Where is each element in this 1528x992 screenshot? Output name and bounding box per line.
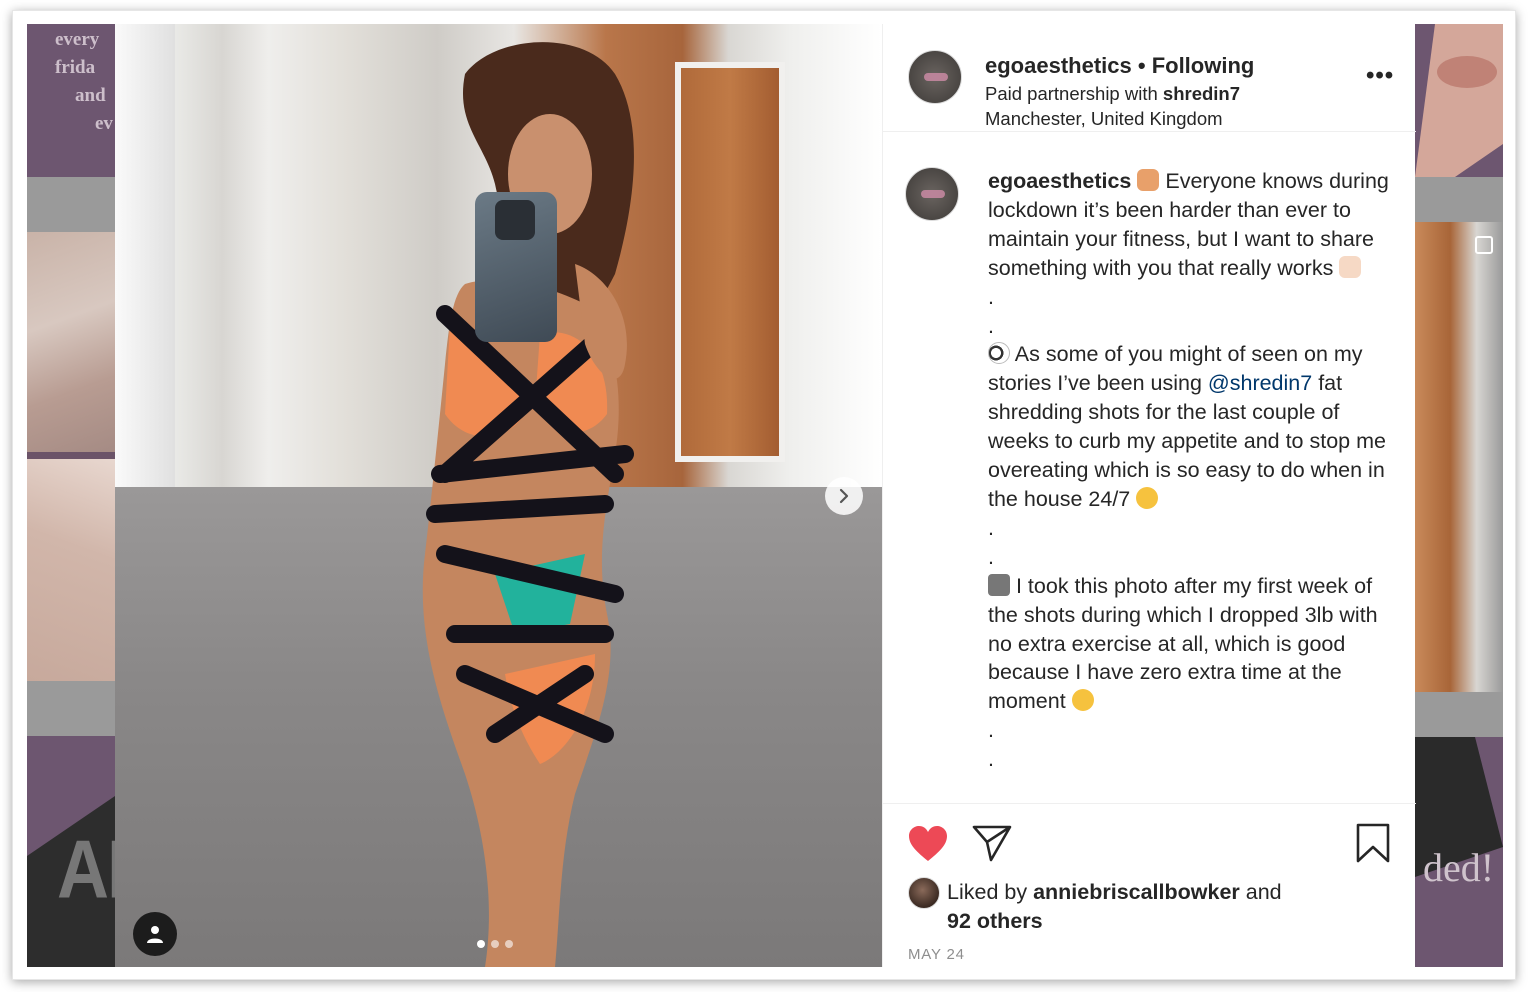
flexed-biceps-emoji (1137, 169, 1160, 191)
paid-partnership-prefix: Paid partnership with (985, 83, 1163, 104)
share-button[interactable] (971, 823, 1013, 863)
author-avatar[interactable] (908, 50, 962, 104)
caption-dot: . (988, 747, 994, 772)
raising-hands-emoji (1339, 255, 1362, 278)
media-phone-camera (495, 200, 535, 240)
post-modal-backdrop: every frida and ev AP ded! egoaesthetics… (27, 24, 1503, 967)
paper-plane-icon (972, 825, 1012, 862)
screenshot-frame: every frida and ev AP ded! egoaesthetics… (12, 10, 1516, 980)
carousel-indicator (477, 940, 513, 948)
multi-post-icon (1475, 236, 1493, 254)
background-grid-left: every frida and ev AP (27, 24, 155, 967)
liked-by-avatar[interactable] (908, 877, 940, 909)
caption-text: I took this photo after my first week of… (988, 573, 1378, 714)
liked-by-user-link[interactable]: anniebriscallbowker (1033, 880, 1240, 904)
background-tile (1415, 24, 1503, 177)
carousel-dot (491, 940, 499, 948)
background-tile (27, 177, 115, 232)
partner-link[interactable]: shredin7 (1163, 83, 1240, 104)
post-caption: egoaesthetics Everyone knows during lock… (988, 167, 1400, 774)
following-button[interactable]: Following (1152, 53, 1255, 78)
caption-dot: . (988, 313, 994, 338)
mention-link[interactable]: @shredin7 (1208, 371, 1312, 395)
carousel-dot (477, 940, 485, 948)
caption-dot: . (988, 544, 994, 569)
save-button[interactable] (1354, 822, 1392, 864)
post-photo-person (422, 42, 634, 967)
more-options-button[interactable]: ••• (1366, 62, 1394, 90)
author-username-link[interactable]: egoaesthetics (985, 53, 1132, 78)
caption-username-link[interactable]: egoaesthetics (988, 169, 1131, 193)
background-tile (1415, 177, 1503, 222)
liked-by-text: Liked by anniebriscallbowker and 92 othe… (947, 878, 1367, 936)
comments-section[interactable]: egoaesthetics Everyone knows during lock… (883, 133, 1416, 803)
sad-relieved-face-emoji (1071, 689, 1094, 712)
header-separator: • (1137, 53, 1146, 78)
avatar-logo (924, 73, 948, 81)
location-link[interactable]: Manchester, United Kingdom (985, 108, 1223, 130)
post-header: egoaesthetics • Following Paid partnersh… (883, 24, 1416, 132)
post-media[interactable] (115, 24, 882, 967)
caption-dot: . (988, 284, 994, 309)
paid-partnership-label: Paid partnership with shredin7 (985, 83, 1240, 105)
background-text: every frida and ev (55, 29, 113, 134)
post-side-panel: egoaesthetics • Following Paid partnersh… (882, 24, 1416, 967)
likes-count-link[interactable]: 92 others (947, 909, 1043, 933)
eyes-emoji (988, 342, 1010, 365)
background-grid-right: ded! (1415, 24, 1503, 967)
bookmark-icon (1356, 823, 1390, 863)
background-image (27, 459, 115, 681)
background-tile: ded! (1415, 737, 1503, 967)
grimacing-face-emoji (1136, 486, 1159, 509)
carousel-dot (505, 940, 513, 948)
avatar-logo (921, 190, 945, 198)
caption-avatar[interactable] (905, 167, 959, 221)
caption-dot: . (988, 515, 994, 540)
tagged-users-button[interactable] (133, 912, 177, 956)
background-image (1415, 222, 1503, 692)
background-tile: every frida and ev (27, 24, 115, 177)
more-options-icon: ••• (1366, 62, 1395, 89)
background-text: ded! (1423, 845, 1495, 890)
post-actions: Liked by anniebriscallbowker and 92 othe… (883, 803, 1416, 967)
camera-flash-emoji (988, 573, 1010, 596)
heart-icon (909, 826, 947, 861)
post-header-user-line: egoaesthetics • Following (985, 53, 1254, 79)
liked-by-prefix: Liked by (947, 880, 1034, 904)
chevron-right-icon (839, 488, 849, 504)
like-button[interactable] (907, 824, 949, 864)
background-tile (1415, 692, 1503, 737)
background-lips-image (1415, 24, 1503, 177)
background-tile (27, 681, 115, 736)
post-date[interactable]: MAY 24 (908, 946, 965, 963)
background-image (27, 232, 115, 452)
caption-dot: . (988, 718, 994, 743)
user-icon (147, 926, 163, 943)
carousel-next-button[interactable] (825, 477, 863, 515)
liked-by-and: and (1239, 880, 1282, 904)
